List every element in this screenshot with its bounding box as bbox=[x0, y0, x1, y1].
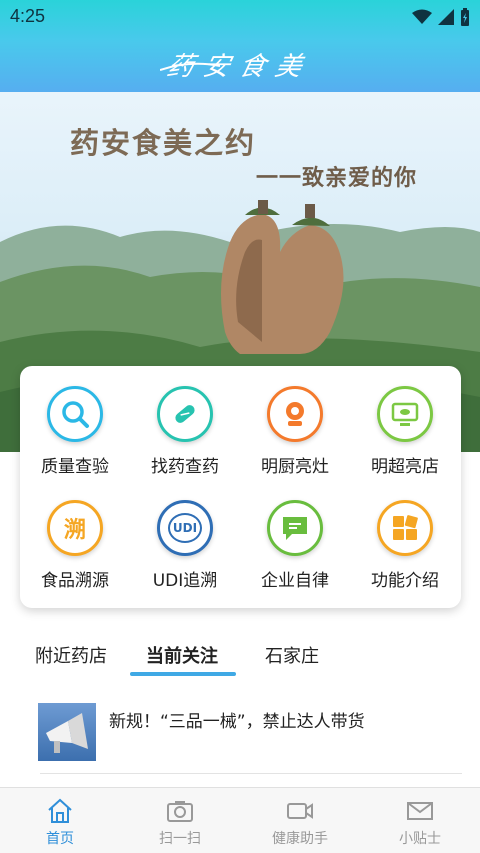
nav-label: 首页 bbox=[46, 831, 74, 847]
function-self-discipline[interactable]: 企业自律 bbox=[240, 480, 350, 591]
news-divider bbox=[40, 773, 462, 774]
function-grid: 质量查验 找药查药 明厨亮灶 明超亮店 溯 食品溯源 UDI UDI追溯 企业自… bbox=[20, 366, 461, 608]
trace-icon: 溯 bbox=[47, 500, 103, 556]
video-icon bbox=[287, 803, 313, 819]
nav-scan[interactable]: 扫一扫 bbox=[120, 788, 240, 853]
pill-icon bbox=[157, 386, 213, 442]
function-label: 质量查验 bbox=[41, 457, 109, 477]
bottom-nav: 首页 扫一扫 健康助手 小贴士 bbox=[0, 787, 480, 853]
camera-icon bbox=[267, 386, 323, 442]
tab-shijiazhuang[interactable]: 石家庄 bbox=[265, 642, 319, 668]
nav-label: 小贴士 bbox=[399, 831, 441, 847]
camera-scan-icon bbox=[167, 801, 193, 822]
nav-health-assistant[interactable]: 健康助手 bbox=[240, 788, 360, 853]
wifi-icon bbox=[412, 9, 432, 24]
tab-nearby-pharmacy[interactable]: 附近药店 bbox=[35, 642, 107, 668]
nav-label: 健康助手 bbox=[272, 831, 328, 847]
nav-home[interactable]: 首页 bbox=[0, 788, 120, 853]
trace-icon-text: 溯 bbox=[63, 518, 86, 543]
function-udi-trace[interactable]: UDI UDI追溯 bbox=[130, 480, 240, 591]
function-label: 明超亮店 bbox=[371, 457, 439, 477]
function-label: 功能介绍 bbox=[371, 571, 439, 591]
status-time: 4:25 bbox=[10, 6, 46, 26]
tab-active-indicator bbox=[130, 672, 236, 676]
top-header: 4:25 药安食美 bbox=[0, 0, 480, 92]
mail-icon bbox=[407, 802, 433, 820]
grid-icon bbox=[377, 500, 433, 556]
news-item[interactable]: 新规！“三品一械”，禁止达人带货 bbox=[38, 703, 462, 773]
monitor-icon bbox=[377, 386, 433, 442]
function-label: 明厨亮灶 bbox=[261, 457, 329, 477]
hero-subtitle: 一一致亲爱的你 bbox=[256, 166, 418, 191]
app-logo: 药安食美 bbox=[0, 36, 480, 92]
function-food-trace[interactable]: 溯 食品溯源 bbox=[20, 480, 130, 591]
status-icons bbox=[412, 8, 470, 26]
home-icon bbox=[48, 798, 72, 823]
nav-label: 扫一扫 bbox=[159, 831, 201, 847]
news-title: 新规！“三品一械”，禁止达人带货 bbox=[109, 712, 365, 732]
function-quality-check[interactable]: 质量查验 bbox=[20, 366, 130, 477]
function-label: 食品溯源 bbox=[41, 571, 109, 591]
function-label: 企业自律 bbox=[261, 571, 329, 591]
battery-icon bbox=[461, 8, 469, 26]
function-open-store[interactable]: 明超亮店 bbox=[350, 366, 460, 477]
udi-icon: UDI bbox=[157, 500, 213, 556]
function-label: UDI追溯 bbox=[152, 571, 218, 591]
search-icon bbox=[47, 386, 103, 442]
status-bar: 4:25 bbox=[0, 0, 480, 34]
udi-icon-text: UDI bbox=[167, 513, 203, 543]
tab-current-focus[interactable]: 当前关注 bbox=[146, 642, 218, 668]
function-open-kitchen[interactable]: 明厨亮灶 bbox=[240, 366, 350, 477]
news-thumbnail bbox=[38, 703, 96, 761]
nav-tips[interactable]: 小贴士 bbox=[360, 788, 480, 853]
signal-icon bbox=[438, 9, 454, 25]
chat-icon bbox=[267, 500, 323, 556]
megaphone-icon bbox=[46, 713, 88, 753]
logo-text: 药安食美 bbox=[164, 51, 315, 82]
function-intro[interactable]: 功能介绍 bbox=[350, 480, 460, 591]
hero-title: 药安食美之约 bbox=[70, 126, 257, 160]
content-tabs: 附近药店 当前关注 石家庄 bbox=[0, 630, 480, 680]
function-label: 找药查药 bbox=[151, 457, 219, 477]
function-find-medicine[interactable]: 找药查药 bbox=[130, 366, 240, 477]
